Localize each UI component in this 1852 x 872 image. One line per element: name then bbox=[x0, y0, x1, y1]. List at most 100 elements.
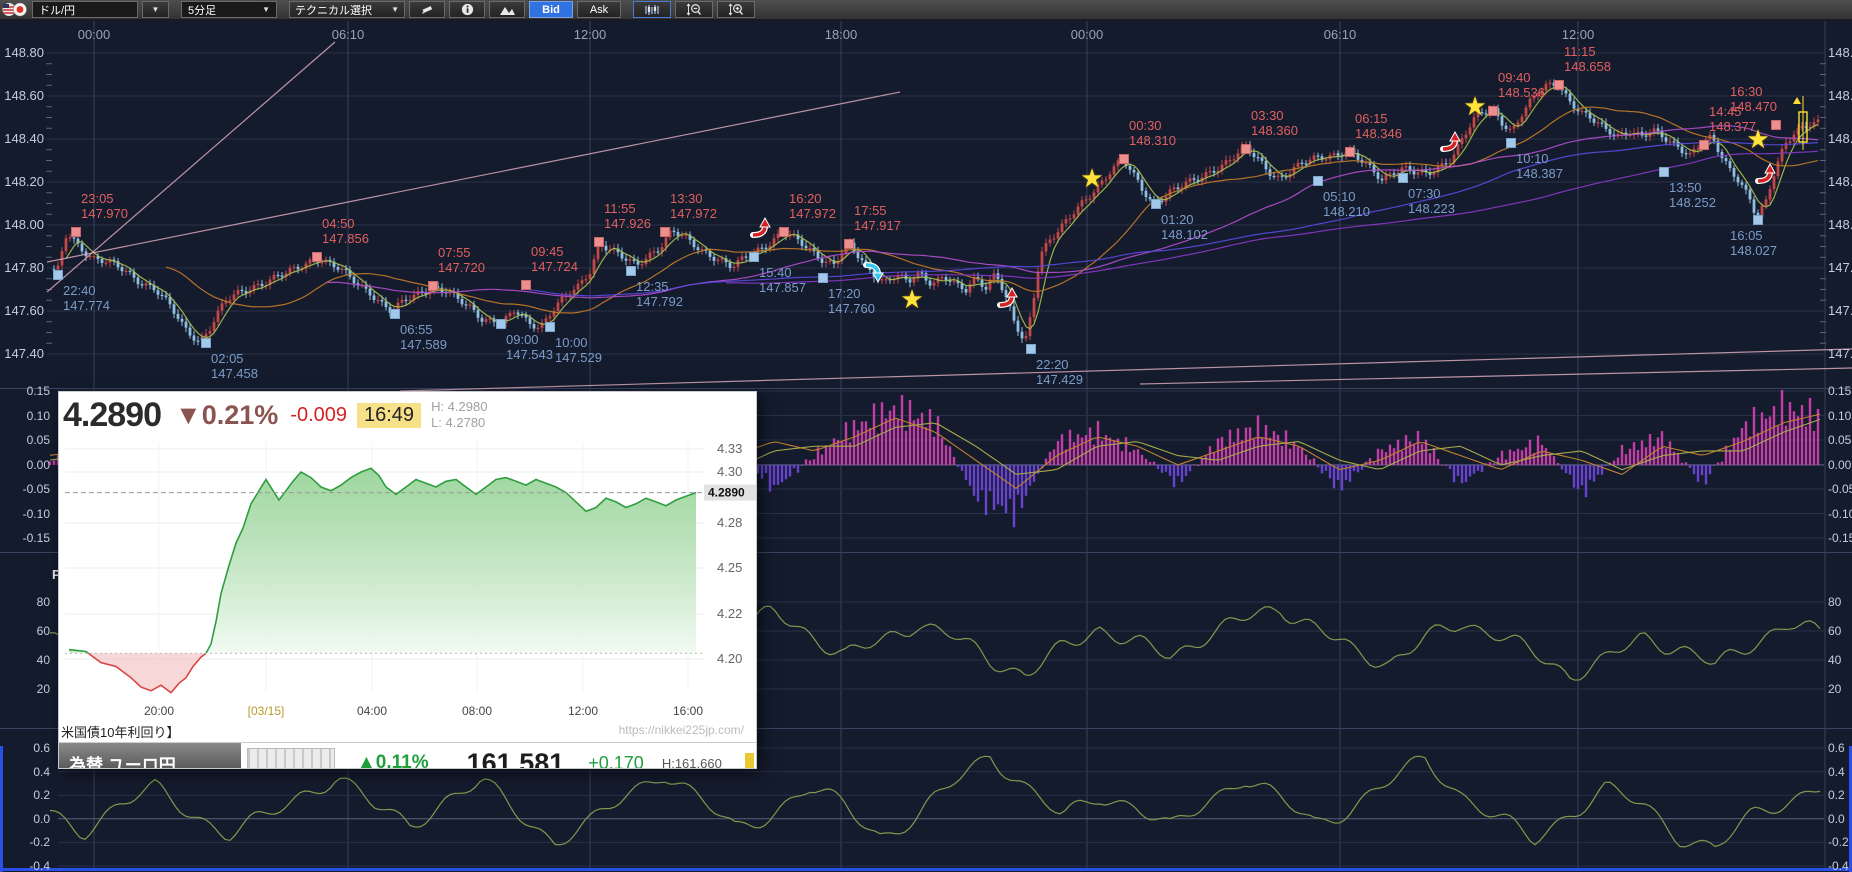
indicator-axis-label: 80 bbox=[1828, 595, 1841, 609]
price-annotation: 00:30 148.310 bbox=[1129, 118, 1176, 148]
indicator-axis-label: -0.2 bbox=[1828, 835, 1849, 849]
svg-text:4.2890: 4.2890 bbox=[708, 486, 745, 500]
price-annotation: 06:15 148.346 bbox=[1355, 111, 1402, 141]
price-annotation: 16:05 148.027 bbox=[1730, 228, 1777, 258]
timeframe-select[interactable]: 5分足 ▼ bbox=[181, 1, 277, 18]
zoom-in-button[interactable] bbox=[717, 1, 755, 18]
time-axis-label: 00:00 bbox=[1071, 27, 1104, 42]
pair-select[interactable]: ドル/円 bbox=[32, 1, 138, 18]
price-marker bbox=[545, 322, 555, 332]
info-icon bbox=[461, 3, 474, 16]
yield-time-label: 08:00 bbox=[462, 704, 492, 718]
price-axis-label: 148.00 bbox=[2, 217, 44, 232]
chevron-down-icon: ▼ bbox=[152, 5, 160, 14]
ticker-change-percent: ▲0.11% bbox=[357, 752, 429, 769]
indicator-axis-label: 40 bbox=[1828, 653, 1841, 667]
price-marker bbox=[1026, 344, 1036, 354]
indicator-axis-label: 0.15 bbox=[8, 384, 50, 398]
chart-style-button[interactable] bbox=[489, 1, 525, 18]
ticker-highlight-tag bbox=[745, 753, 754, 769]
indicator-axis-label: 0.2 bbox=[1828, 788, 1845, 802]
indicator-axis-label: 0.6 bbox=[1828, 741, 1845, 755]
star-marker-icon: ★ bbox=[1463, 96, 1486, 116]
indicator-axis-label: 60 bbox=[1828, 624, 1841, 638]
zoom-out-button[interactable] bbox=[675, 1, 713, 18]
indicator-axis-label: -0.15 bbox=[1828, 531, 1852, 545]
price-annotation: 11:55 147.926 bbox=[604, 201, 651, 231]
price-annotation: 10:00 147.529 bbox=[555, 335, 602, 365]
indicator-axis-label: -0.10 bbox=[8, 507, 50, 521]
price-marker bbox=[1151, 199, 1161, 209]
price-marker bbox=[626, 266, 636, 276]
ticker-high: H:161.660 bbox=[662, 756, 722, 770]
svg-text:4.30: 4.30 bbox=[717, 464, 742, 479]
indicator-axis-label: 40 bbox=[8, 653, 50, 667]
indicator-axis-label: -0.10 bbox=[1828, 507, 1852, 521]
star-marker-icon: ★ bbox=[900, 289, 923, 309]
zoom-in-icon bbox=[728, 3, 744, 16]
trading-app-window: ドル/円 ▼ 5分足 ▼ テクニカル選択 ▼ bbox=[0, 0, 1852, 872]
ask-button[interactable]: Ask bbox=[577, 1, 621, 18]
indicator-axis-label: 0.0 bbox=[1828, 812, 1845, 826]
indicator-axis-label: 20 bbox=[1828, 682, 1841, 696]
price-axis-label: 148.0 bbox=[1828, 217, 1852, 232]
yield-popup: 4.2890 ▼0.21% -0.009 16:49 H: 4.2980 L: … bbox=[58, 391, 757, 769]
technical-select[interactable]: テクニカル選択 ▼ bbox=[289, 1, 405, 18]
bid-button[interactable]: Bid bbox=[529, 1, 573, 18]
info-button[interactable] bbox=[449, 1, 485, 18]
price-annotation: 16:20 147.972 bbox=[789, 191, 836, 221]
price-axis-label: 147.8 bbox=[1828, 260, 1852, 275]
indicator-axis-label: -0.2 bbox=[8, 835, 50, 849]
ask-button-label: Ask bbox=[590, 4, 608, 16]
svg-text:4.25: 4.25 bbox=[717, 560, 742, 575]
indicator-axis-label: 0.00 bbox=[8, 458, 50, 472]
price-axis-label: 148.40 bbox=[2, 131, 44, 146]
pair-select-caret-button[interactable]: ▼ bbox=[142, 1, 169, 18]
price-marker bbox=[594, 237, 604, 247]
time-axis-label: 06:10 bbox=[332, 27, 365, 42]
candlestick-icon bbox=[644, 4, 660, 16]
indicator-axis-label: 0.10 bbox=[8, 409, 50, 423]
indicator-axis-label: 0.10 bbox=[1828, 409, 1851, 423]
mountain-icon bbox=[500, 4, 515, 15]
timeframe-select-value: 5分足 bbox=[188, 2, 216, 18]
price-marker bbox=[201, 338, 211, 348]
price-annotation: 22:40 147.774 bbox=[63, 283, 110, 313]
indicator-axis-label: 0.4 bbox=[1828, 765, 1845, 779]
price-axis-label: 148.6 bbox=[1828, 88, 1852, 103]
price-marker bbox=[496, 319, 506, 329]
ticker-calendar-strip bbox=[247, 748, 335, 769]
price-annotation: 11:15 148.658 bbox=[1564, 44, 1611, 74]
price-marker bbox=[390, 309, 400, 319]
price-annotation: 12:35 147.792 bbox=[636, 279, 683, 309]
indicator-axis-label: 0.0 bbox=[8, 812, 50, 826]
indicator-axis-label: 0.2 bbox=[8, 788, 50, 802]
yield-time-label: 12:00 bbox=[568, 704, 598, 718]
time-axis-label: 00:00 bbox=[78, 27, 111, 42]
price-marker bbox=[1771, 120, 1781, 130]
yield-time-label: 20:00 bbox=[144, 704, 174, 718]
price-marker bbox=[1554, 80, 1564, 90]
price-annotation: 02:05 147.458 bbox=[211, 351, 258, 381]
price-annotation: 13:30 147.972 bbox=[670, 191, 717, 221]
technical-select-label: テクニカル選択 bbox=[295, 2, 372, 18]
price-annotation: 05:10 148.210 bbox=[1323, 189, 1370, 219]
svg-text:4.28: 4.28 bbox=[717, 515, 742, 530]
candle-display-button[interactable] bbox=[633, 1, 671, 18]
yield-time-label: [03/15] bbox=[248, 704, 285, 718]
price-axis-label: 147.60 bbox=[2, 303, 44, 318]
price-annotation: 17:20 147.760 bbox=[828, 286, 875, 316]
draw-tool-button[interactable] bbox=[409, 1, 445, 18]
price-annotation: 09:00 147.543 bbox=[506, 332, 553, 362]
price-annotation: 22:20 147.429 bbox=[1036, 357, 1083, 387]
ticker-change-value: +0.170 bbox=[588, 753, 644, 770]
svg-text:4.22: 4.22 bbox=[717, 606, 742, 621]
currency-flags-icon bbox=[2, 2, 28, 17]
source-url-link[interactable]: https://nikkei225jp.com/ bbox=[619, 723, 744, 737]
price-marker bbox=[1659, 167, 1669, 177]
price-axis-label: 148.2 bbox=[1828, 174, 1852, 189]
yield-time-label: 04:00 bbox=[357, 704, 387, 718]
price-marker bbox=[1699, 140, 1709, 150]
price-annotation: 07:55 147.720 bbox=[438, 245, 485, 275]
indicator-axis-label: 80 bbox=[8, 595, 50, 609]
